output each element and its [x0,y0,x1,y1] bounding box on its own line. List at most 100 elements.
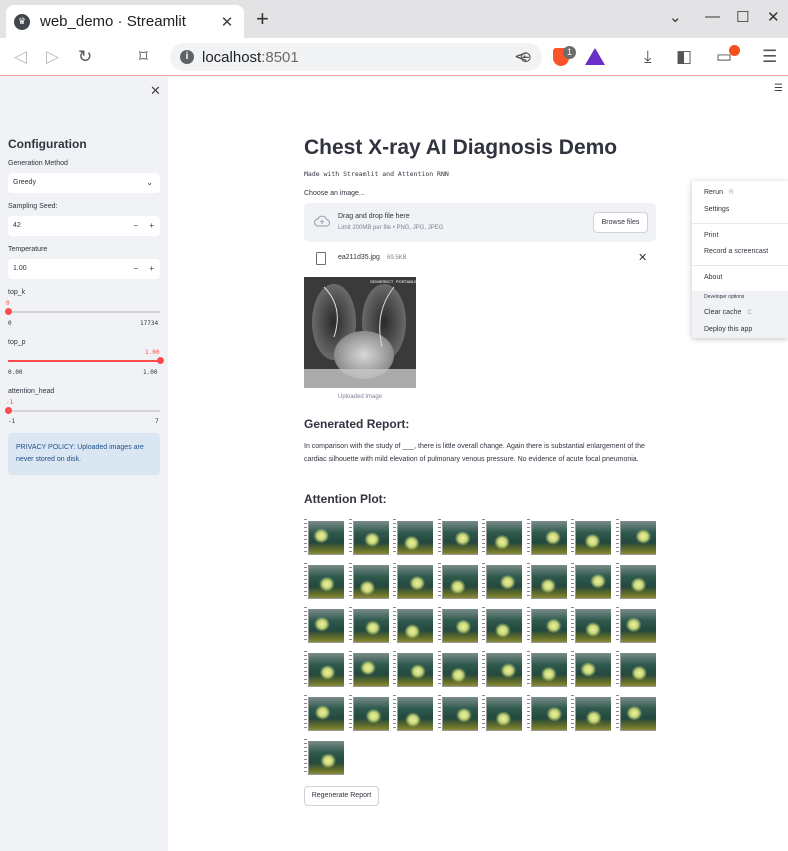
sidebar-title: Configuration [8,137,87,151]
reload-icon[interactable]: ↻ [78,47,92,67]
menu-about[interactable]: About [704,274,722,281]
top-k-slider[interactable] [5,308,160,315]
attention-heatmap [486,609,522,643]
page-subtitle: Made with Streamlit and Attention RNN [304,170,449,178]
attention-tile [571,517,611,557]
slider-thumb[interactable] [5,407,12,414]
file-size: 69.5KB [387,255,407,261]
attention-tile [526,517,567,557]
hamburger-menu-icon[interactable]: ☰ [774,83,783,94]
attention-heatmap [308,741,344,775]
brave-rewards-icon[interactable] [585,48,605,65]
share-icon[interactable]: ⋖ [514,47,528,67]
svg-text:PORTABLE: PORTABLE [396,279,416,284]
attention-heatmap [397,653,433,687]
top-p-min: 0.00 [8,369,23,376]
new-tab-icon[interactable]: + [256,8,269,30]
attention-tile [348,605,389,645]
top-k-max: 17734 [140,320,159,327]
attention-tile-axis [348,563,352,599]
sampling-seed-value: 42 [13,222,21,229]
browser-menu-icon[interactable]: ☰ [762,47,777,67]
attention-heatmap [486,653,522,687]
attention-head-slider[interactable] [5,407,160,414]
attention-tile-axis [437,519,441,555]
window-close-icon[interactable]: ✕ [767,8,780,26]
top-p-slider[interactable] [8,357,164,364]
top-p-label: top_p [8,339,26,346]
decrement-icon[interactable]: − [133,259,138,279]
site-info-icon[interactable]: i [180,50,194,64]
tab-close-icon[interactable]: ✕ [218,13,236,31]
regenerate-report-button[interactable]: Regenerate Report [304,786,379,806]
tab-list-chevron-icon[interactable]: ⌄ [669,8,682,26]
menu-rerun[interactable]: Rerun R [704,189,733,196]
attention-tile [348,517,389,557]
attention-heatmap [575,697,611,731]
attention-tile [304,737,344,777]
wallet-notification-dot [729,45,740,56]
back-icon[interactable]: ◁ [14,47,27,67]
download-icon[interactable]: ⤓ [644,47,652,67]
attention-tile-axis [393,519,396,555]
menu-print[interactable]: Print [704,232,718,239]
attention-tile-axis [482,695,485,731]
attention-heatmap [486,565,522,599]
slider-thumb[interactable] [5,308,12,315]
sidebar-toggle-icon[interactable]: ◧ [676,47,692,67]
cloud-upload-icon [314,215,330,227]
top-p-max: 1.00 [143,369,158,376]
forward-icon[interactable]: ▷ [46,47,59,67]
attention-heatmap [530,609,567,643]
browse-files-button[interactable]: Browse files [593,212,648,233]
browser-tab-bar: ♛ web_demo · Streamlit ✕ + ⌄ — ☐ ✕ [0,0,788,38]
menu-clear-cache[interactable]: Clear cache C [704,309,752,316]
browser-tab[interactable]: ♛ web_demo · Streamlit ✕ [6,5,244,38]
temperature-input[interactable]: 1.00 − + [8,259,160,279]
increment-icon[interactable]: + [149,216,154,236]
menu-rerun-label: Rerun [704,189,724,196]
attention-heatmap [619,697,656,731]
attention-tile [526,649,567,689]
attention-heatmap [352,653,389,687]
attention-tile [571,605,611,645]
attention-tile [482,693,522,733]
file-dropzone[interactable]: Drag and drop file here Limit 200MB per … [304,203,656,242]
slider-thumb[interactable] [157,357,164,364]
attention-tile-axis [571,695,574,731]
attention-heatmap [352,565,389,599]
attention-tile-axis [393,651,396,687]
attention-tile-axis [615,607,619,643]
menu-settings[interactable]: Settings [704,206,729,213]
sampling-seed-input[interactable]: 42 − + [8,216,160,236]
address-toolbar: ◁ ▷ ↻ ⌑ i localhost:8501 ⊖ ⋖ ⤓ ◧ ▭ ☰ [0,38,788,76]
attention-tile-axis [437,607,441,643]
attention-tile [393,693,433,733]
generation-method-select[interactable]: Greedy ⌄ [8,173,160,193]
increment-icon[interactable]: + [149,259,154,279]
attention-tile-axis [482,563,485,599]
streamlit-favicon-icon: ♛ [14,13,30,30]
attention-tile-axis [348,651,352,687]
attention-tile [304,649,344,689]
menu-deploy[interactable]: Deploy this app [704,326,752,333]
uploader-label: Choose an image... [304,190,365,197]
url-field[interactable]: i localhost:8501 ⊖ [170,43,542,71]
attention-heatmap [530,521,567,555]
attention-tile [482,605,522,645]
attention-tile [571,693,611,733]
attention-tile-axis [615,651,619,687]
uploaded-file-row: ea211d35.jpg 69.5KB ✕ [304,250,656,268]
minimize-icon[interactable]: — [705,8,720,25]
attention-tile-axis [526,563,530,599]
menu-record-screencast[interactable]: Record a screencast [704,248,768,255]
remove-file-icon[interactable]: ✕ [638,251,647,264]
attention-heatmap [441,653,478,687]
bookmark-icon[interactable]: ⌑ [139,47,148,67]
sidebar-close-icon[interactable]: ✕ [150,83,161,99]
maximize-icon[interactable]: ☐ [736,8,749,26]
attention-tile-axis [571,563,574,599]
attention-tile-axis [348,519,352,555]
attention-tile-axis [304,519,307,555]
decrement-icon[interactable]: − [133,216,138,236]
